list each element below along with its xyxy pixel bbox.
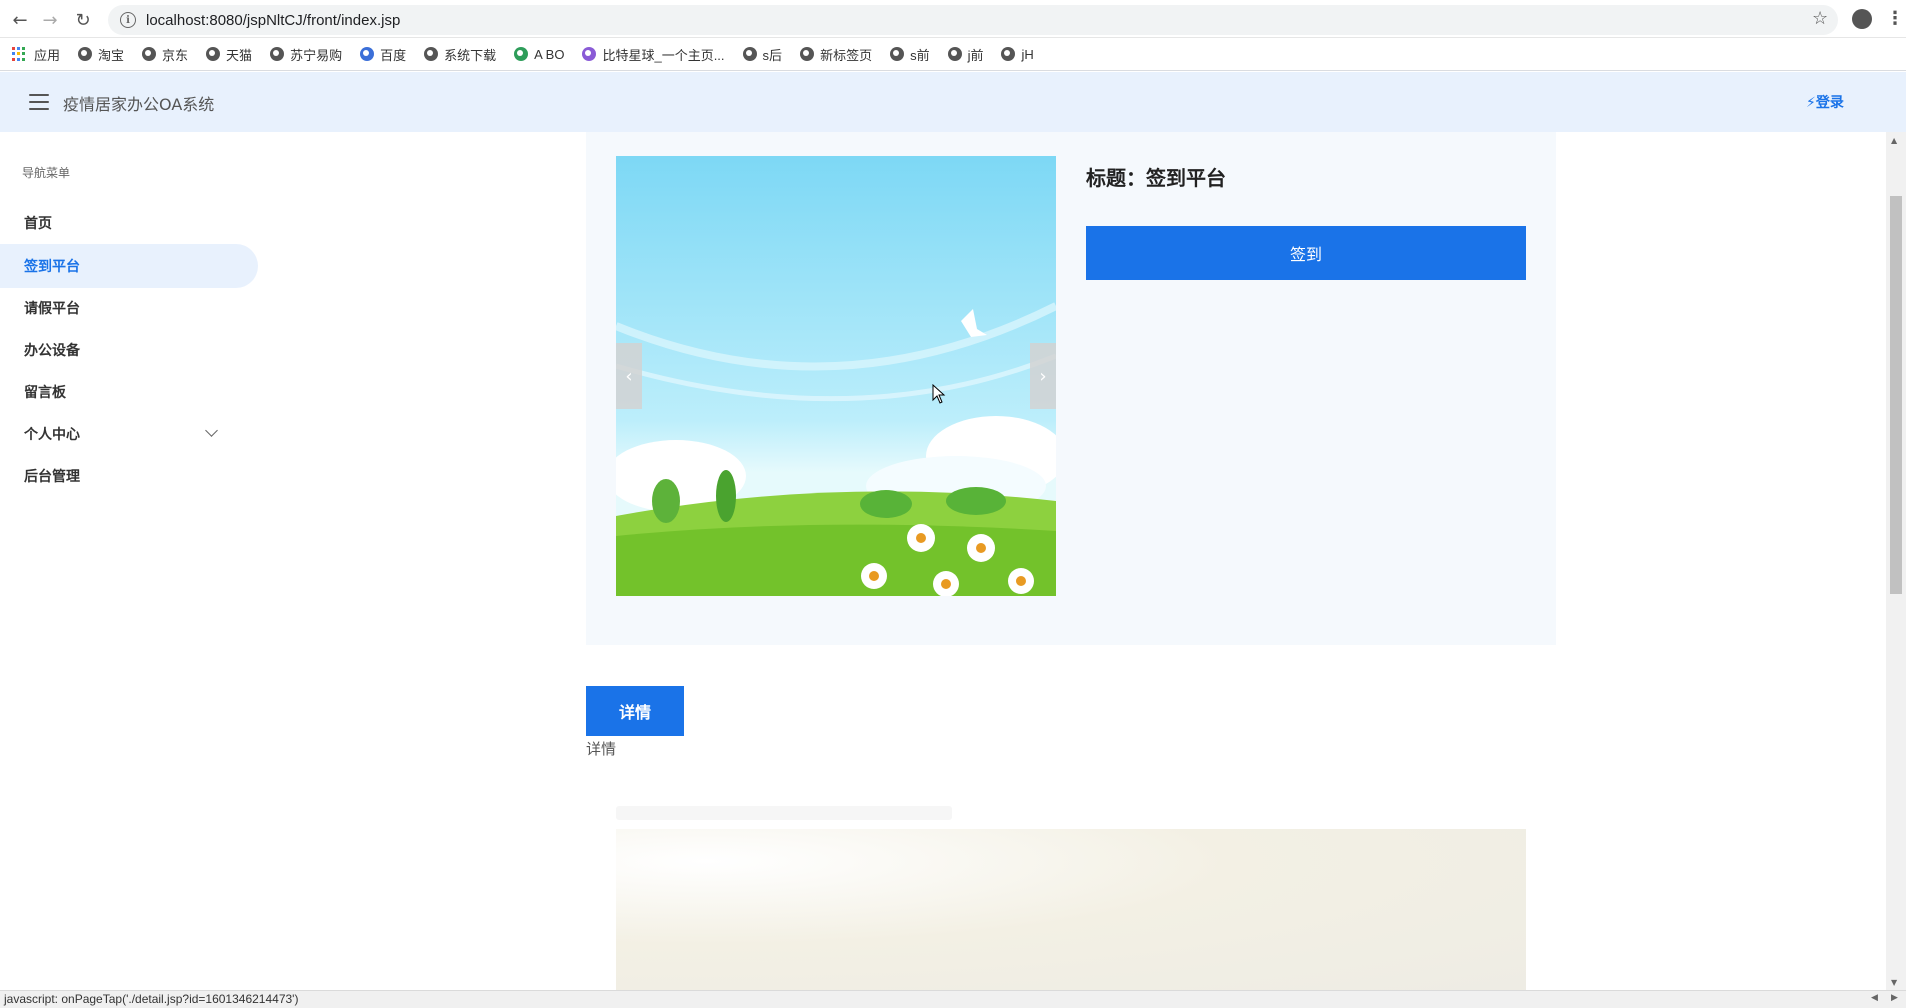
url-text[interactable]: localhost:8080/jspNltCJ/front/index.jsp [146, 12, 400, 29]
planet-icon [582, 47, 597, 61]
globe-icon [890, 47, 905, 61]
login-link[interactable]: ⚡登录 [1806, 92, 1844, 112]
scroll-up-icon[interactable]: ▲ [1891, 136, 1897, 145]
detail-text: 详情 [586, 740, 617, 758]
faint-caption [616, 806, 952, 820]
bookmark-item[interactable]: 比特星球_一个主页... [582, 45, 725, 64]
globe-icon [206, 47, 221, 61]
chevron-down-icon [205, 424, 218, 437]
bookmark-label: 京东 [162, 47, 189, 63]
bookmark-label: 系统下载 [444, 47, 497, 63]
bookmark-item[interactable]: 百度 [360, 45, 406, 64]
bookmark-label: A BO [534, 46, 565, 62]
banner-image[interactable] [616, 829, 1526, 992]
sidebar-item-signin[interactable]: 签到平台 [0, 244, 258, 288]
globe-icon [270, 47, 285, 61]
bookmark-label: j前 [967, 47, 984, 63]
bookmark-apps[interactable]: 应用 [12, 45, 60, 64]
sidebar-item-admin[interactable]: 后台管理 [0, 454, 258, 498]
baidu-paw-icon [360, 47, 375, 61]
mouse-cursor-icon [932, 384, 946, 404]
bookmark-item[interactable]: 京东 [142, 45, 188, 64]
bookmark-label: 淘宝 [98, 47, 125, 63]
bookmark-item[interactable]: 系统下载 [424, 45, 496, 64]
forward-icon[interactable]: → [38, 8, 62, 32]
globe-icon [800, 47, 815, 61]
bookmark-item[interactable]: 淘宝 [78, 45, 124, 64]
bookmark-label: 应用 [34, 47, 61, 63]
bookmark-item[interactable]: jH [1001, 46, 1034, 62]
sidebar-item-leave[interactable]: 请假平台 [0, 286, 258, 330]
address-bar[interactable]: i localhost:8080/jspNltCJ/front/index.js… [108, 5, 1838, 35]
image-carousel[interactable]: ‹ › [616, 156, 1056, 596]
browser-toolbar: ← → ↻ i localhost:8080/jspNltCJ/front/in… [0, 0, 1906, 38]
sidebar-item-label: 后台管理 [24, 469, 80, 485]
globe-icon [947, 47, 962, 61]
detail-button[interactable]: 详情 [586, 686, 684, 736]
bookmarks-bar: 应用 淘宝 京东 天猫 苏宁易购 百度 系统下载 A BO 比特星球_一个主页.… [0, 38, 1906, 71]
apps-icon [12, 47, 26, 61]
bookmark-item[interactable]: 新标签页 [800, 45, 872, 64]
page-title: 标题：签到平台 [1086, 166, 1226, 190]
status-bar: javascript: onPageTap('./detail.jsp?id=1… [0, 990, 1906, 1008]
globe-icon [1001, 47, 1016, 61]
carousel-prev-button[interactable]: ‹ [616, 343, 642, 409]
sidebar-item-home[interactable]: 首页 [0, 201, 258, 245]
sidebar-item-equipment[interactable]: 办公设备 [0, 328, 258, 372]
bookmark-label: 天猫 [226, 47, 253, 63]
account-icon[interactable] [1852, 9, 1872, 29]
bookmark-label: 新标签页 [820, 47, 873, 63]
globe-icon [424, 47, 439, 61]
sidebar-item-label: 办公设备 [24, 343, 80, 359]
bookmark-label: s前 [910, 47, 930, 63]
bookmark-label: jH [1021, 46, 1034, 62]
vertical-scrollbar[interactable]: ▲ ▼ [1886, 132, 1906, 992]
signin-button[interactable]: 签到 [1086, 226, 1526, 280]
sidebar-item-messageboard[interactable]: 留言板 [0, 370, 258, 414]
bookmark-label: 苏宁易购 [290, 47, 343, 63]
globe-icon [78, 47, 93, 61]
meadow-image [616, 302, 1056, 596]
sidebar-item-label: 个人中心 [24, 427, 80, 443]
info-icon[interactable]: i [120, 12, 136, 28]
sidebar-item-label: 请假平台 [24, 301, 80, 317]
scroll-thumb[interactable] [1890, 196, 1902, 594]
sidebar-item-label: 留言板 [24, 385, 66, 401]
sidebar-item-label: 签到平台 [24, 259, 80, 275]
scroll-down-icon[interactable]: ▼ [1891, 978, 1897, 987]
bookmark-item[interactable]: s后 [742, 45, 783, 64]
bookmark-item[interactable]: 天猫 [206, 45, 252, 64]
star-icon[interactable]: ☆ [1812, 8, 1828, 29]
carousel-next-button[interactable]: › [1030, 343, 1056, 409]
scroll-left-icon[interactable]: ◀ [1871, 993, 1878, 1003]
sidebar: 导航菜单 首页 签到平台 请假平台 办公设备 留言板 个人中心 后台管理 [0, 132, 260, 992]
back-icon[interactable]: ← [8, 8, 32, 32]
bookmark-label: 比特星球_一个主页... [602, 47, 725, 63]
scroll-right-icon[interactable]: ▶ [1891, 993, 1898, 1003]
globe-icon [142, 47, 157, 61]
leaf-icon [514, 47, 529, 61]
bookmark-item[interactable]: A BO [514, 47, 564, 62]
sidebar-item-personal-center[interactable]: 个人中心 [0, 412, 258, 456]
app-title: 疫情居家办公OA系统 [63, 95, 215, 114]
reload-icon[interactable]: ↻ [71, 8, 95, 32]
menu-kebab-icon[interactable]: ⋮ [1886, 8, 1904, 29]
chevron-left-icon: ‹ [625, 365, 633, 387]
hamburger-menu-icon[interactable] [29, 94, 49, 110]
app-header: 疫情居家办公OA系统 ⚡登录 [0, 72, 1906, 132]
bookmark-item[interactable]: s前 [890, 45, 930, 64]
sidebar-title: 导航菜单 [22, 166, 71, 180]
bookmark-item[interactable]: j前 [947, 45, 984, 64]
globe-icon [742, 47, 757, 61]
bookmark-label: 百度 [380, 47, 407, 63]
bookmark-label: s后 [762, 47, 783, 63]
sidebar-item-label: 首页 [24, 216, 52, 232]
bookmark-item[interactable]: 苏宁易购 [270, 45, 342, 64]
chevron-right-icon: › [1039, 365, 1047, 387]
status-url-text: javascript: onPageTap('./detail.jsp?id=1… [4, 992, 299, 1006]
